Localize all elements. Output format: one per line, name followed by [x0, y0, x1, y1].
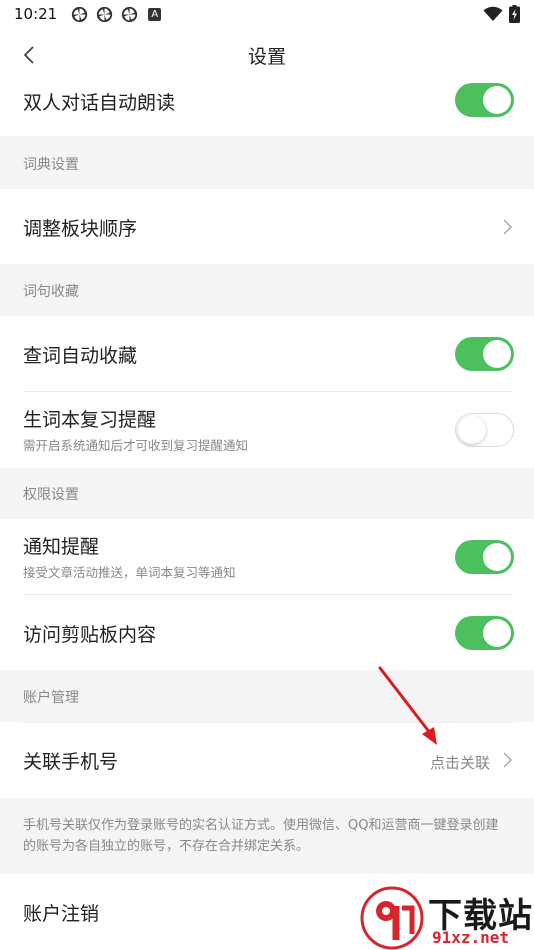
- toggle-knob: [483, 619, 511, 647]
- setting-label: 关联手机号: [23, 751, 119, 773]
- battery-charging-icon: [509, 5, 520, 23]
- setting-notify-row: 通知提醒 接受文章活动推送，单词本复习等通知: [0, 519, 534, 595]
- setting-label: 账户注销: [23, 903, 100, 925]
- clipboard-toggle[interactable]: [455, 616, 514, 650]
- toggle-knob: [483, 543, 511, 571]
- setting-label: 查词自动收藏: [23, 345, 138, 367]
- page-title: 设置: [247, 46, 286, 68]
- watermark-logo-icon: [360, 886, 424, 950]
- setting-auto-fav-row: 查词自动收藏: [0, 316, 534, 392]
- notification-icons: A: [71, 6, 162, 23]
- setting-dual-read-row: 双人对话自动朗读: [0, 82, 534, 136]
- wifi-icon: [483, 6, 503, 21]
- phone-link-note: 手机号关联仅作为登录账号的实名认证方式。使用微信、QQ和运营商一键登录创建的账号…: [23, 818, 499, 854]
- setting-description: 接受文章活动推送，单词本复习等通知: [23, 565, 236, 580]
- dual-read-toggle[interactable]: [455, 83, 514, 117]
- header-bar: 设置: [0, 28, 534, 82]
- setting-label: 双人对话自动朗读: [23, 92, 176, 114]
- pinwheel-icon: [72, 6, 88, 22]
- status-time: 10:21: [14, 5, 58, 23]
- setting-label: 访问剪贴板内容: [23, 624, 157, 646]
- setting-link-phone-row[interactable]: 关联手机号 点击关联: [0, 722, 534, 798]
- status-bar: 10:21 A: [0, 0, 534, 28]
- watermark-url: 91xz.net: [432, 928, 510, 947]
- section-title: 词句收藏: [23, 284, 79, 300]
- notify-toggle[interactable]: [455, 540, 514, 574]
- toggle-knob: [483, 86, 511, 114]
- setting-label: 通知提醒: [23, 536, 100, 558]
- section-header-dictionary: 词典设置: [0, 136, 534, 189]
- setting-label: 调整板块顺序: [23, 218, 138, 240]
- system-icons: [483, 5, 520, 23]
- pinwheel-icon: [97, 6, 113, 22]
- link-phone-action[interactable]: 点击关联: [430, 752, 490, 773]
- auto-fav-toggle[interactable]: [455, 337, 514, 371]
- section-header-permissions: 权限设置: [0, 468, 534, 519]
- toggle-knob: [458, 415, 486, 444]
- review-reminder-toggle[interactable]: [455, 413, 514, 447]
- section-title: 词典设置: [23, 157, 79, 173]
- toggle-knob: [483, 340, 511, 368]
- setting-label: 生词本复习提醒: [23, 409, 157, 431]
- setting-clipboard-row: 访问剪贴板内容: [0, 595, 534, 670]
- chevron-right-icon: [503, 219, 513, 235]
- site-watermark: 下载站 91xz.net: [358, 884, 534, 950]
- section-header-account: 账户管理: [0, 670, 534, 722]
- settings-screen: 10:21 A 设置 双人对话自动朗读 词典设置 调整板块顺序 词句收藏 查词自…: [0, 0, 534, 950]
- setting-reorder-row[interactable]: 调整板块顺序: [0, 189, 534, 264]
- chevron-right-icon: [503, 752, 513, 768]
- app-a-icon: A: [148, 7, 162, 21]
- section-header-favorites: 词句收藏: [0, 264, 534, 316]
- pinwheel-icon: [122, 6, 138, 22]
- section-title: 权限设置: [23, 487, 79, 503]
- section-title: 账户管理: [23, 690, 79, 706]
- row-divider: [23, 722, 513, 723]
- setting-review-reminder-row: 生词本复习提醒 需开启系统通知后才可收到复习提醒通知: [0, 392, 534, 468]
- setting-description: 需开启系统通知后才可收到复习提醒通知: [23, 438, 249, 453]
